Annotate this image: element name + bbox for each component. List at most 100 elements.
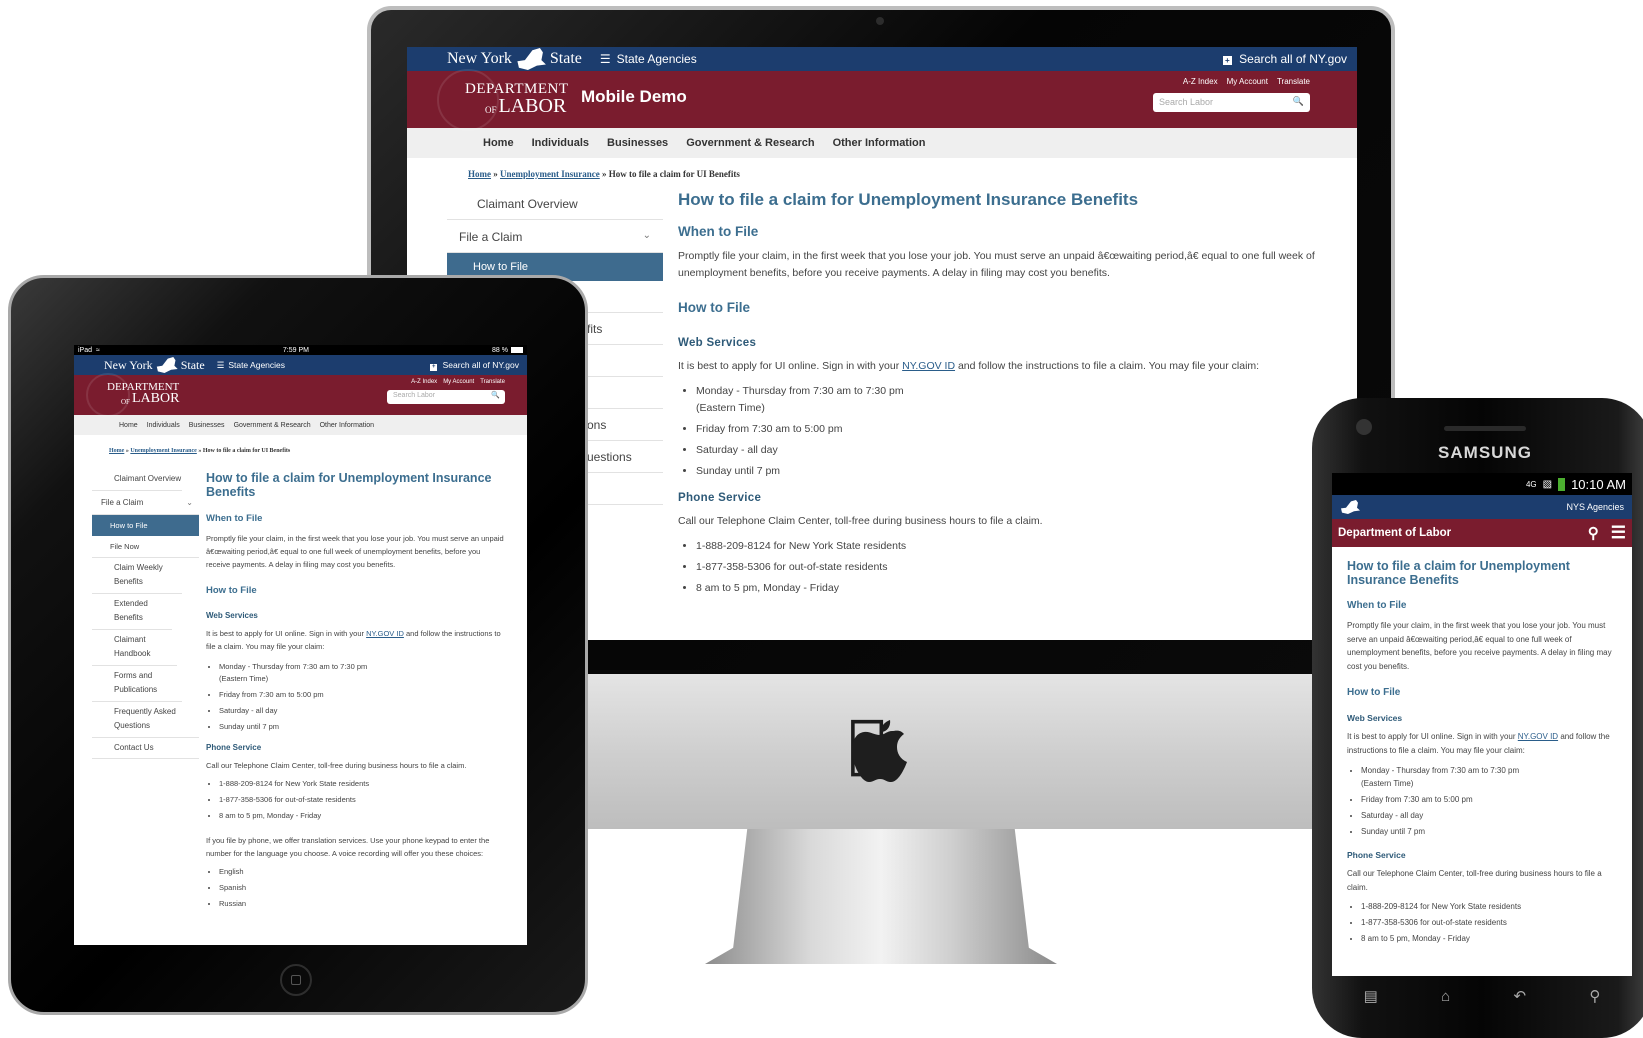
nav-government-research[interactable]: Government & Research (234, 422, 311, 429)
nav-individuals[interactable]: Individuals (532, 137, 589, 149)
nys-agencies-link[interactable]: NYS Agencies (1566, 502, 1624, 512)
sidebar-item-file-a-claim[interactable]: File a Claim ⌄ (447, 220, 663, 253)
phone-service-heading: Phone Service (678, 492, 762, 504)
home-key-icon[interactable]: ⌂ (1441, 988, 1450, 1005)
dept-title[interactable]: Department of Labor (1338, 527, 1451, 539)
sidebar-item-how-to-file[interactable]: How to File (92, 515, 199, 536)
search-icon[interactable]: 🔍 (1293, 96, 1304, 107)
list-item: 1-877-358-5306 for out-of-state resident… (696, 559, 1318, 576)
search-key-icon[interactable]: ⚲ (1589, 987, 1600, 1005)
search-all-ny-link[interactable]: + Search all of NY.gov (430, 360, 519, 371)
when-to-file-heading: When to File (1347, 600, 1407, 611)
main-content: How to file a claim for Unemployment Ins… (678, 190, 1318, 601)
ny-gov-logo[interactable]: New York State (104, 357, 205, 373)
logo-bottom: Labor (131, 390, 180, 406)
search-input[interactable]: Search Labor 🔍 (1153, 93, 1310, 112)
list-item: 1-888-209-8124 for New York State reside… (1361, 900, 1622, 913)
list-item: Friday from 7:30 am to 5:00 pm (696, 421, 1318, 438)
sidebar-item-forms[interactable]: Forms and Publications (92, 666, 182, 702)
breadcrumb-current: How to file a claim for UI Benefits (202, 448, 291, 454)
list-item: Spanish (219, 882, 506, 894)
ny-gov-id-link[interactable]: NY.GOV ID (1518, 732, 1558, 741)
sidebar-item-claim-weekly[interactable]: Claim Weekly Benefits (92, 558, 182, 594)
list-item: 1-888-209-8124 for New York State reside… (219, 778, 506, 790)
dol-logo[interactable]: Department of Labor (107, 382, 180, 406)
phone-service-text: Call our Telephone Claim Center, toll-fr… (206, 761, 467, 770)
sidebar-item-claimant-overview[interactable]: Claimant Overview (447, 188, 663, 220)
ny-gov-id-link[interactable]: NY.GOV ID (366, 629, 404, 638)
hamburger-menu-icon[interactable]: ☰ (1611, 523, 1626, 543)
search-input[interactable]: Search Labor 🔍 (387, 390, 505, 404)
search-all-ny-link[interactable]: + Search all of NY.gov (1222, 52, 1347, 66)
breadcrumb-sep: » (125, 448, 129, 454)
imac-stand (705, 829, 1057, 964)
ny-gov-logo[interactable]: New York State (447, 48, 582, 70)
search-placeholder: Search Labor (393, 392, 436, 399)
how-to-file-heading: How to File (206, 585, 257, 596)
sidebar-item-file-a-claim[interactable]: File a Claim ⌄ (92, 491, 199, 515)
text: It is best to apply for UI online. Sign … (678, 360, 900, 372)
my-account-link[interactable]: My Account (1227, 77, 1268, 86)
web-services-heading: Web Services (206, 611, 258, 620)
translate-link[interactable]: Translate (1277, 77, 1310, 86)
battery-text: 88 % (492, 346, 508, 354)
sidebar-item-label: File a Claim (101, 498, 144, 507)
az-index-link[interactable]: A-Z Index (411, 379, 437, 385)
web-services-heading: Web Services (1347, 713, 1403, 723)
breadcrumb-sep: » (198, 448, 202, 454)
back-key-icon[interactable]: ↶ (1513, 987, 1526, 1005)
nav-other-information[interactable]: Other Information (833, 137, 926, 149)
utility-links: A-Z Index My Account Translate (411, 379, 505, 385)
sidebar-item-contact-us[interactable]: Contact Us (92, 738, 199, 759)
breadcrumb-home[interactable]: Home (468, 169, 491, 179)
nav-government-research[interactable]: Government & Research (686, 137, 814, 149)
list-item: Saturday - all day (219, 705, 506, 717)
sidebar-nav: Claimant Overview File a Claim ⌄ How to … (92, 469, 199, 759)
az-index-link[interactable]: A-Z Index (1183, 77, 1218, 86)
list-item: 1-888-209-8124 for New York State reside… (696, 538, 1318, 555)
list-item: Russian (219, 898, 506, 910)
page-title: How to file a claim for Unemployment Ins… (1347, 559, 1570, 587)
breadcrumb-sep: » (493, 169, 498, 179)
web-services-text: It is best to apply for UI online. Sign … (678, 358, 1318, 375)
network-text: 4G (1525, 479, 1537, 489)
utility-links: A-Z Index My Account Translate (1183, 77, 1310, 86)
ny-map-icon (156, 357, 178, 373)
state-agencies-label: State Agencies (228, 360, 286, 370)
eastern-time: (Eastern Time) (1361, 779, 1414, 788)
state-agencies-link[interactable]: ☰ State Agencies (217, 360, 285, 371)
nav-businesses[interactable]: Businesses (189, 422, 225, 429)
translate-link[interactable]: Translate (480, 379, 505, 385)
sidebar-item-faq[interactable]: Frequently Asked Questions (92, 702, 199, 738)
breadcrumb-section[interactable]: Unemployment Insurance (500, 169, 600, 179)
list-item: Sunday until 7 pm (1361, 825, 1622, 838)
sidebar-item-file-now[interactable]: File Now (92, 536, 199, 558)
web-services-text: It is best to apply for UI online. Sign … (1347, 730, 1622, 757)
sidebar-item-claimant-overview[interactable]: Claimant Overview (92, 469, 182, 491)
my-account-link[interactable]: My Account (443, 379, 474, 385)
phone-status-bar: 4G ▧ 10:10 AM (1332, 473, 1632, 495)
ny-map-icon[interactable] (1341, 500, 1360, 514)
nav-home[interactable]: Home (119, 422, 138, 429)
nav-home[interactable]: Home (483, 137, 514, 149)
dol-header: Department of Labor A-Z Index My Account… (74, 373, 527, 417)
nav-other-information[interactable]: Other Information (320, 422, 374, 429)
ny-right-text: State (180, 357, 205, 372)
search-icon[interactable]: ⚲ (1588, 524, 1599, 542)
sidebar-item-claimant-handbook[interactable]: Claimant Handbook (92, 630, 177, 666)
state-agencies-link[interactable]: ☰ State Agencies (600, 52, 697, 66)
how-to-file-heading: How to File (678, 300, 750, 315)
dol-logo[interactable]: Department of Labor (465, 82, 569, 116)
nav-businesses[interactable]: Businesses (607, 137, 668, 149)
breadcrumb-section[interactable]: Unemployment Insurance (130, 448, 197, 454)
web-hours-list: Monday - Thursday from 7:30 am to 7:30 p… (206, 661, 506, 733)
phone-brand: SAMSUNG (1438, 443, 1532, 462)
menu-key-icon[interactable]: ▤ (1364, 987, 1378, 1005)
web-services-text: It is best to apply for UI online. Sign … (206, 627, 506, 653)
breadcrumb-home[interactable]: Home (109, 448, 124, 454)
wifi-icon: ≈ (96, 346, 100, 354)
ny-gov-id-link[interactable]: NY.GOV ID (902, 360, 955, 372)
search-icon[interactable]: 🔍 (491, 391, 500, 399)
sidebar-item-extended-benefits[interactable]: Extended Benefits (92, 594, 172, 630)
nav-individuals[interactable]: Individuals (147, 422, 180, 429)
